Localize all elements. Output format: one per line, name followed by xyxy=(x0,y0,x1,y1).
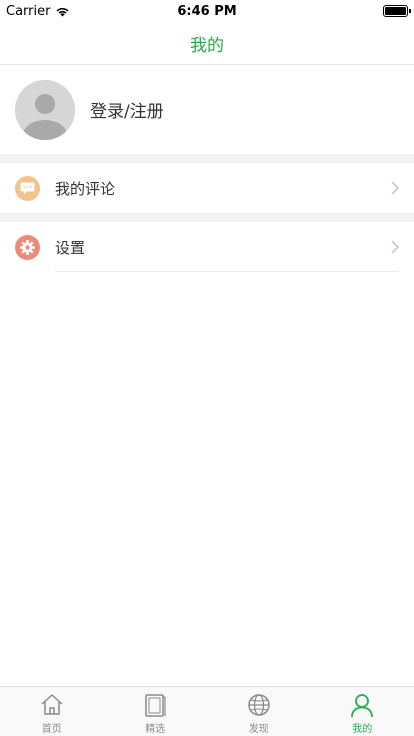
menu-item-my-comments[interactable]: 我的评论 xyxy=(0,163,414,213)
tab-label: 我的 xyxy=(352,724,373,735)
tab-discover[interactable]: 发现 xyxy=(207,687,311,736)
status-left: Carrier xyxy=(6,4,70,19)
menu-item-settings[interactable]: 设置 xyxy=(0,222,414,272)
menu-item-label: 设置 xyxy=(55,238,86,257)
chevron-right-icon xyxy=(391,181,400,195)
carrier-label: Carrier xyxy=(6,3,51,19)
book-icon xyxy=(145,694,166,717)
profile-header[interactable]: 登录/注册 xyxy=(0,65,414,154)
section-divider xyxy=(0,154,414,163)
tab-label: 精选 xyxy=(145,724,166,735)
person-icon xyxy=(351,694,374,718)
tab-bar: 首页 精选 发现 我的 xyxy=(0,686,414,736)
tab-label: 发现 xyxy=(248,724,269,735)
tab-home[interactable]: 首页 xyxy=(0,687,104,736)
chevron-right-icon xyxy=(391,240,400,254)
wifi-icon xyxy=(56,7,69,16)
page-title: 我的 xyxy=(190,35,224,56)
comment-icon xyxy=(15,175,40,201)
status-bar: Carrier 6:46 PM xyxy=(0,0,414,22)
tab-featured[interactable]: 精选 xyxy=(104,687,208,736)
battery-icon xyxy=(383,5,411,17)
tab-mine[interactable]: 我的 xyxy=(311,687,414,736)
home-icon xyxy=(41,694,63,715)
row-divider xyxy=(55,271,399,272)
avatar[interactable] xyxy=(15,79,75,140)
nav-bar: 我的 xyxy=(0,22,414,65)
avatar-placeholder-icon xyxy=(15,79,75,140)
tab-label: 首页 xyxy=(41,724,62,735)
login-register-link[interactable]: 登录/注册 xyxy=(90,97,164,122)
gear-icon xyxy=(15,234,40,260)
globe-icon xyxy=(248,694,270,716)
section-divider xyxy=(0,213,414,222)
menu-item-label: 我的评论 xyxy=(55,179,116,198)
